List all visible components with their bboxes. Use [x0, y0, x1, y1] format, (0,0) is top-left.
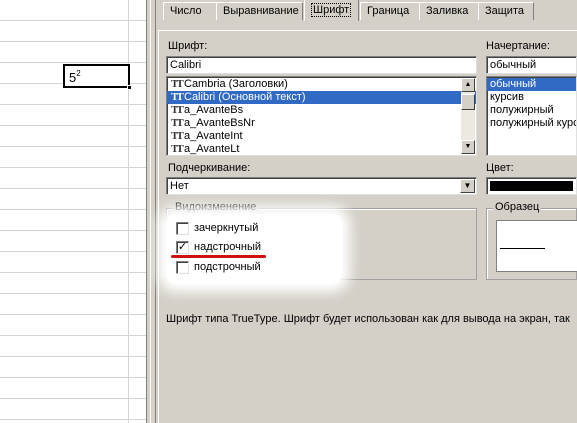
sample-group-title: Образец: [493, 201, 542, 213]
sample-baseline: [500, 248, 545, 249]
style-list-item-selected[interactable]: обычный: [487, 78, 576, 91]
style-list-item[interactable]: полужирный курсив: [487, 117, 576, 130]
sample-preview: [496, 220, 577, 272]
font-list-item[interactable]: TT a_AvanteLt: [167, 143, 476, 155]
truetype-icon: TT: [171, 130, 184, 142]
truetype-icon: TT: [171, 91, 184, 103]
tab-fill[interactable]: Заливка: [419, 2, 479, 20]
effects-group-title: Видоизменение: [173, 201, 259, 213]
style-label: Начертание:: [486, 40, 550, 52]
subscript-label: подстрочный: [194, 261, 261, 273]
style-list-item[interactable]: курсив: [487, 91, 576, 104]
sample-group: Образец: [486, 201, 577, 280]
font-list-item-selected[interactable]: TT Calibri (Основной текст): [167, 91, 476, 104]
underline-value: Нет: [170, 180, 189, 192]
scroll-thumb[interactable]: [461, 94, 475, 110]
chevron-down-icon[interactable]: ▼: [460, 179, 475, 193]
cell-value: 52: [69, 69, 81, 85]
superscript-label: надстрочный: [194, 241, 261, 253]
font-label: Шрифт:: [168, 40, 208, 52]
tab-border[interactable]: Граница: [360, 2, 420, 20]
spreadsheet-grid[interactable]: 52: [0, 0, 150, 423]
checkbox-icon[interactable]: [176, 222, 189, 235]
checkbox-icon[interactable]: [176, 261, 189, 274]
strikethrough-label: зачеркнутый: [194, 222, 259, 234]
font-list-item[interactable]: TT a_AvanteBs: [167, 104, 476, 117]
fill-handle[interactable]: [127, 85, 132, 90]
underline-label: Подчеркивание:: [168, 162, 251, 174]
font-list-item[interactable]: TT a_AvanteBsNr: [167, 117, 476, 130]
style-list[interactable]: обычный курсив полужирный полужирный кур…: [486, 76, 577, 156]
checkbox-checked-icon[interactable]: ✓: [176, 241, 189, 254]
tab-alignment[interactable]: Выравнивание: [216, 2, 303, 20]
truetype-icon: TT: [171, 78, 184, 90]
font-list-item[interactable]: TT Cambria (Заголовки): [167, 78, 476, 91]
color-select[interactable]: [486, 177, 577, 195]
color-label: Цвет:: [486, 162, 514, 174]
active-cell[interactable]: 52: [63, 64, 132, 90]
tab-protection[interactable]: Защита: [478, 2, 534, 20]
red-annotation-underline: [171, 255, 266, 258]
scroll-down-icon[interactable]: ▼: [461, 140, 475, 154]
truetype-icon: TT: [171, 143, 184, 155]
truetype-icon: TT: [171, 104, 184, 116]
style-list-item[interactable]: полужирный: [487, 104, 576, 117]
tab-number[interactable]: Число: [163, 2, 217, 20]
tab-font[interactable]: Шрифт: [304, 0, 359, 21]
style-input[interactable]: обычный: [486, 56, 577, 74]
underline-select[interactable]: Нет ▼: [166, 177, 477, 195]
color-swatch: [490, 181, 573, 191]
font-list-item[interactable]: TT a_AvanteInt: [167, 130, 476, 143]
truetype-icon: TT: [171, 117, 184, 129]
scroll-up-icon[interactable]: ▲: [461, 78, 475, 92]
font-list-scrollbar[interactable]: ▲ ▼: [461, 78, 475, 154]
font-input[interactable]: Calibri: [166, 56, 477, 74]
font-list[interactable]: TT Cambria (Заголовки) TT Calibri (Основно…: [166, 76, 477, 156]
font-info-text: Шрифт типа TrueType. Шрифт будет использ…: [166, 313, 570, 325]
